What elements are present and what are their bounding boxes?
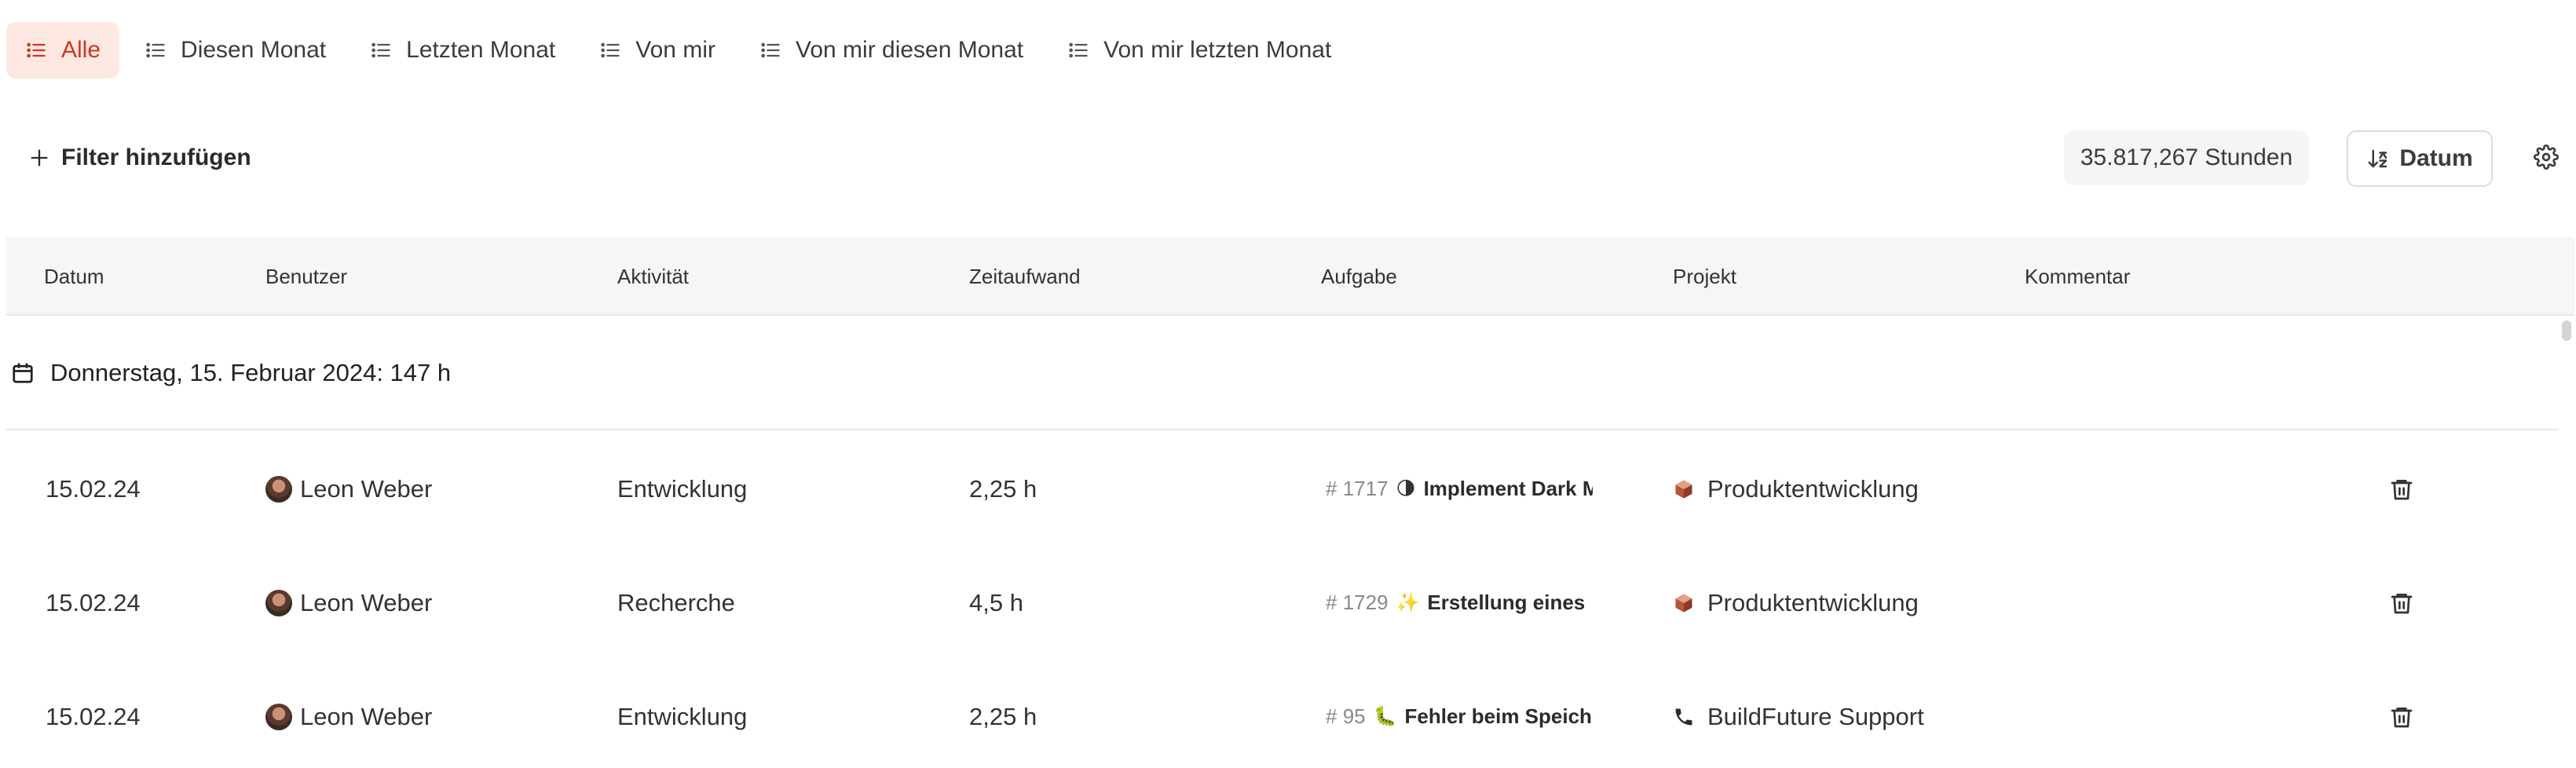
trash-icon [2391, 479, 2413, 499]
sort-descending-icon [2368, 149, 2388, 168]
delete-button[interactable] [2389, 432, 2414, 546]
column-header-datum[interactable]: Datum [44, 237, 104, 316]
total-hours-badge: 35.817,267 Stunden [2064, 130, 2309, 185]
cell-time: 2,25 h [969, 474, 1037, 503]
tab-label: Von mir diesen Monat [795, 37, 1024, 63]
user-name: Leon Weber [300, 702, 433, 730]
list-icon [27, 42, 46, 58]
project-name: Produktentwicklung [1707, 588, 1919, 616]
view-tabs: Alle Diesen Monat Letzten Monat Von mir … [6, 22, 1350, 79]
list-icon [146, 42, 165, 58]
plus-icon [31, 149, 48, 166]
delete-button[interactable] [2389, 660, 2414, 768]
task-number: # 95 [1326, 704, 1366, 728]
date-group-label: Donnerstag, 15. Februar 2024: 147 h [50, 359, 452, 386]
delete-button[interactable] [2389, 546, 2414, 660]
cell-activity: Entwicklung [617, 702, 748, 730]
column-header-projekt[interactable]: Projekt [1673, 237, 1736, 316]
phone-icon [1675, 708, 1692, 725]
avatar [265, 475, 292, 503]
cube-icon [1675, 479, 1692, 499]
list-icon [761, 42, 780, 58]
task-number: # 1729 [1326, 591, 1389, 614]
cell-user: Leon Weber [265, 546, 432, 660]
avatar [265, 589, 292, 616]
tab-label: Von mir letzten Monat [1103, 37, 1332, 63]
tab-von-mir[interactable]: Von mir [580, 22, 734, 79]
cube-icon [1675, 593, 1692, 613]
table-header: Datum Benutzer Aktivität Zeitaufwand Auf… [6, 237, 2574, 316]
tab-letzten-monat[interactable]: Letzten Monat [351, 22, 574, 79]
list-icon [601, 42, 620, 58]
tab-label: Diesen Monat [181, 37, 327, 63]
sort-button[interactable]: Datum [2347, 130, 2493, 187]
task-number: # 1717 [1326, 477, 1389, 500]
date-group-header: Donnerstag, 15. Februar 2024: 147 h [6, 317, 2559, 430]
cell-task[interactable]: # 1729 ✨ Erstellung eines [1326, 546, 1593, 660]
user-name: Leon Weber [300, 474, 433, 503]
sort-label: Datum [2399, 145, 2473, 171]
tab-diesen-monat[interactable]: Diesen Monat [126, 22, 345, 79]
trash-icon [2391, 593, 2413, 613]
table-scrollbar[interactable] [2559, 317, 2574, 768]
cell-task[interactable]: # 1717 🌗 Implement Dark Mode [1326, 432, 1593, 546]
cell-project[interactable]: BuildFuture Support [1673, 660, 1924, 768]
user-name: Leon Weber [300, 588, 433, 616]
add-filter-button[interactable]: Filter hinzufügen [28, 135, 251, 181]
cell-user: Leon Weber [265, 432, 432, 546]
avatar [265, 703, 292, 730]
cell-time: 4,5 h [969, 588, 1023, 616]
half-moon-icon: 🌗 [1396, 478, 1416, 499]
column-header-zeitaufwand[interactable]: Zeitaufwand [969, 237, 1081, 316]
task-title: Erstellung eines [1427, 591, 1586, 614]
task-title: Fehler beim Speichern [1404, 704, 1594, 728]
sparkles-icon: ✨ [1396, 592, 1420, 613]
tab-von-mir-letzten-monat[interactable]: Von mir letzten Monat [1048, 22, 1350, 79]
cell-project[interactable]: Produktentwicklung [1673, 432, 1919, 546]
table-row[interactable]: 15.02.24 Leon Weber Entwicklung 2,25 h #… [6, 660, 2559, 768]
cell-time: 2,25 h [969, 702, 1037, 730]
cell-date: 15.02.24 [46, 702, 141, 730]
list-icon [1069, 42, 1088, 58]
cell-task[interactable]: # 95 🐛 Fehler beim Speichern [1326, 660, 1593, 768]
project-name: BuildFuture Support [1707, 702, 1924, 730]
cell-date: 15.02.24 [46, 588, 141, 616]
table-row[interactable]: 15.02.24 Leon Weber Recherche 4,5 h # 17… [6, 546, 2559, 660]
project-name: Produktentwicklung [1707, 474, 1919, 503]
total-hours-value: 35.817,267 Stunden [2080, 144, 2293, 170]
gear-icon [2534, 144, 2559, 170]
cell-activity: Recherche [617, 588, 735, 616]
table-row[interactable]: 15.02.24 Leon Weber Entwicklung 2,25 h #… [6, 432, 2559, 546]
tab-label: Von mir [635, 37, 715, 63]
tab-von-mir-diesen-monat[interactable]: Von mir diesen Monat [741, 22, 1042, 79]
cell-date: 15.02.24 [46, 474, 141, 503]
scrollbar-thumb[interactable] [2562, 320, 2571, 341]
calendar-icon [13, 363, 33, 383]
settings-button[interactable] [2530, 141, 2562, 173]
list-icon [371, 42, 390, 58]
cell-user: Leon Weber [265, 660, 432, 768]
column-header-kommentar[interactable]: Kommentar [2025, 237, 2130, 316]
column-header-aktivitaet[interactable]: Aktivität [617, 237, 689, 316]
column-header-benutzer[interactable]: Benutzer [265, 237, 347, 316]
add-filter-label: Filter hinzufügen [61, 144, 251, 170]
tab-label: Alle [61, 37, 101, 63]
bug-icon: 🐛 [1373, 706, 1397, 727]
cell-project[interactable]: Produktentwicklung [1673, 546, 1919, 660]
trash-icon [2391, 707, 2413, 727]
column-header-aufgabe[interactable]: Aufgabe [1321, 237, 1397, 316]
tab-label: Letzten Monat [406, 37, 556, 63]
task-title: Implement Dark Mode [1423, 477, 1593, 500]
tab-alle[interactable]: Alle [6, 22, 120, 79]
cell-activity: Entwicklung [617, 474, 748, 503]
